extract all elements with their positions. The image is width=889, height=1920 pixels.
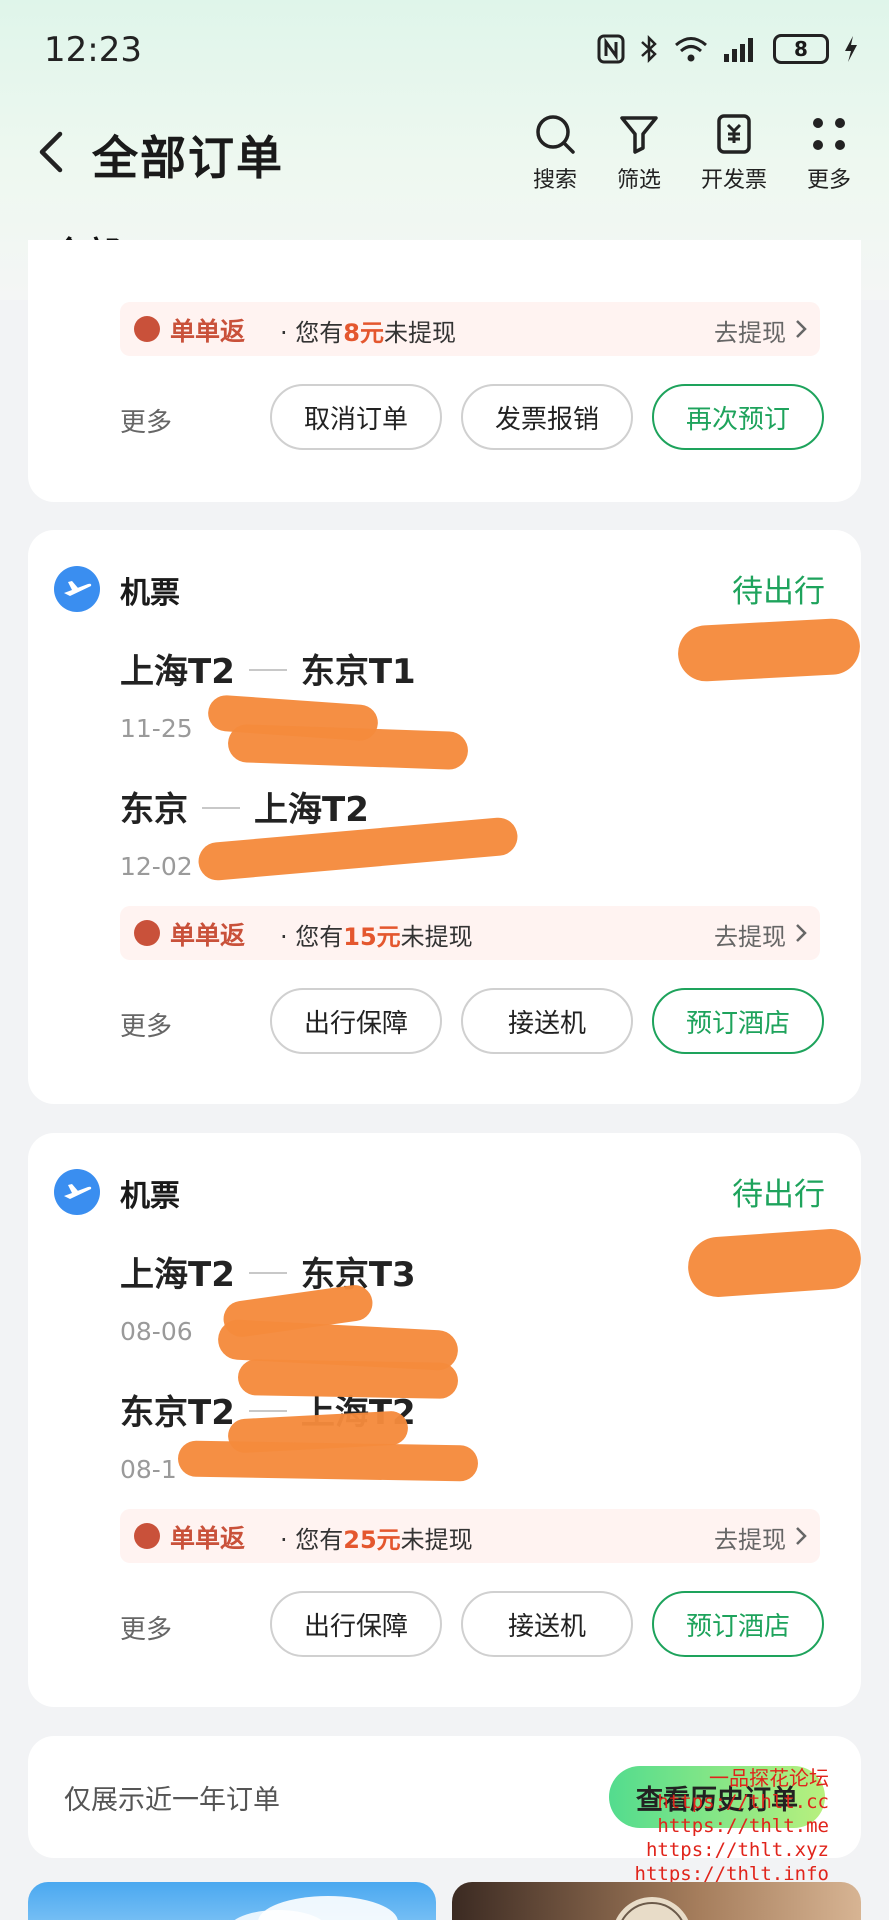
watermark: 一品探花论坛 https://thlt.cc https://thlt.me h… [635, 1766, 829, 1886]
battery-icon: 8 [773, 34, 829, 64]
chevron-right-icon [796, 320, 807, 338]
wifi-icon [675, 37, 707, 62]
search-button[interactable]: 搜索 [510, 112, 600, 194]
chevron-right-icon [796, 924, 807, 942]
redaction-mark [686, 1227, 863, 1299]
status-time: 12:23 [44, 30, 142, 70]
arrow-icon [248, 1271, 287, 1274]
cashback-banner[interactable]: 单单返 · 您有25元未提现 去提现 [120, 1509, 820, 1563]
arrow-icon [248, 1409, 287, 1412]
airport-transfer-button[interactable]: 接送机 [461, 988, 633, 1054]
withdraw-link[interactable]: 去提现 [714, 313, 786, 348]
flight-route: 上海T2 东京T1 [120, 652, 416, 692]
cashback-text: · 您有8元未提现 [280, 319, 456, 347]
search-icon [536, 115, 575, 154]
invoice-label: 开发票 [700, 168, 767, 193]
travel-insurance-button[interactable]: 出行保障 [270, 1591, 442, 1657]
order-type: 机票 [120, 1179, 180, 1214]
cashback-banner[interactable]: 单单返 · 您有8元未提现 去提现 [120, 302, 820, 356]
smile-icon [134, 316, 160, 342]
cashback-text: · 您有15元未提现 [280, 923, 473, 951]
book-hotel-button[interactable]: 预订酒店 [652, 1591, 824, 1657]
signal-icon [724, 38, 753, 62]
status-bar: 12:23 8 [0, 0, 889, 100]
search-label: 搜索 [532, 168, 577, 193]
redaction-mark [177, 1440, 479, 1482]
filter-label: 筛选 [616, 168, 661, 193]
charging-icon [845, 36, 857, 62]
flight-date: 11-25 [120, 714, 193, 743]
smile-icon [134, 920, 160, 946]
plane-icon [54, 1169, 100, 1215]
flight-route: 上海T2 东京T3 [120, 1255, 416, 1295]
invoice-reimburse-button[interactable]: 发票报销 [461, 384, 633, 450]
redaction-mark [676, 617, 862, 683]
redaction-mark [227, 723, 469, 771]
more-actions-link[interactable]: 更多 [120, 1609, 172, 1646]
nfc-icon [597, 34, 625, 64]
arrow-icon [248, 668, 287, 671]
watermark-url: https://thlt.xyz [645, 1839, 829, 1861]
cashback-text: · 您有25元未提现 [280, 1526, 473, 1554]
watermark-url: https://thlt.me [657, 1815, 829, 1837]
more-icon [813, 118, 845, 150]
cashback-banner[interactable]: 单单返 · 您有15元未提现 去提现 [120, 906, 820, 960]
more-actions-link[interactable]: 更多 [120, 402, 172, 439]
cancel-order-button[interactable]: 取消订单 [270, 384, 442, 450]
airport-transfer-button[interactable]: 接送机 [461, 1591, 633, 1657]
order-card[interactable]: 机票 待出行 上海T2东京T3 08-06 东京T2上海T2 08-1 单单返 … [28, 1133, 863, 1707]
cashback-amount: 15元 [343, 923, 401, 951]
watermark-url: https://thlt.cc [657, 1791, 829, 1813]
order-status: 待出行 [732, 574, 825, 610]
order-card: 单单返 · 您有8元未提现 去提现 更多 取消订单 发票报销 再次预订 [28, 240, 861, 502]
book-again-button[interactable]: 再次预订 [652, 384, 824, 450]
chevron-right-icon [796, 1527, 807, 1545]
flight-date: 12-02 [120, 852, 193, 881]
cashback-name: 单单返 [170, 921, 246, 950]
withdraw-link[interactable]: 去提现 [714, 917, 786, 952]
plane-icon [54, 566, 100, 612]
filter-icon [620, 116, 658, 154]
promo-banner-clock[interactable] [452, 1882, 861, 1920]
withdraw-link[interactable]: 去提现 [714, 1520, 786, 1555]
more-label: 更多 [806, 168, 851, 193]
page-title: 全部订单 [92, 131, 284, 185]
order-card[interactable]: 机票 待出行 上海T2 东京T1 11-25 东京 上海T2 12-02 单单返 ·… [28, 530, 862, 1104]
cashback-name: 单单返 [170, 317, 246, 346]
flight-route: 东京 上海T2 [120, 790, 369, 830]
more-button[interactable]: 更多 [784, 112, 874, 194]
smile-icon [134, 1523, 160, 1549]
arrow-icon [202, 806, 240, 809]
more-actions-link[interactable]: 更多 [120, 1006, 172, 1043]
order-status: 待出行 [732, 1177, 825, 1213]
redaction-mark [237, 1359, 459, 1399]
back-button[interactable] [32, 126, 72, 178]
invoice-icon [717, 114, 751, 154]
flight-date: 08-06 [120, 1317, 193, 1346]
order-type: 机票 [120, 576, 180, 611]
book-hotel-button[interactable]: 预订酒店 [652, 988, 824, 1054]
travel-insurance-button[interactable]: 出行保障 [270, 988, 442, 1054]
cashback-name: 单单返 [170, 1524, 246, 1553]
watermark-title: 一品探花论坛 [709, 1766, 829, 1790]
invoice-button[interactable]: 开发票 [689, 112, 779, 194]
filter-button[interactable]: 筛选 [594, 112, 684, 194]
cashback-amount: 8元 [343, 319, 384, 347]
cashback-amount: 25元 [343, 1526, 401, 1554]
promo-banner-sky[interactable] [28, 1882, 436, 1920]
bluetooth-icon [641, 34, 657, 64]
nav-bar: 全部订单 搜索 筛选 开发票 更多 [0, 100, 889, 210]
status-icons: 8 [597, 34, 859, 64]
flight-date: 08-1 [120, 1455, 177, 1484]
footer-note: 仅展示近一年订单 [64, 1785, 280, 1816]
